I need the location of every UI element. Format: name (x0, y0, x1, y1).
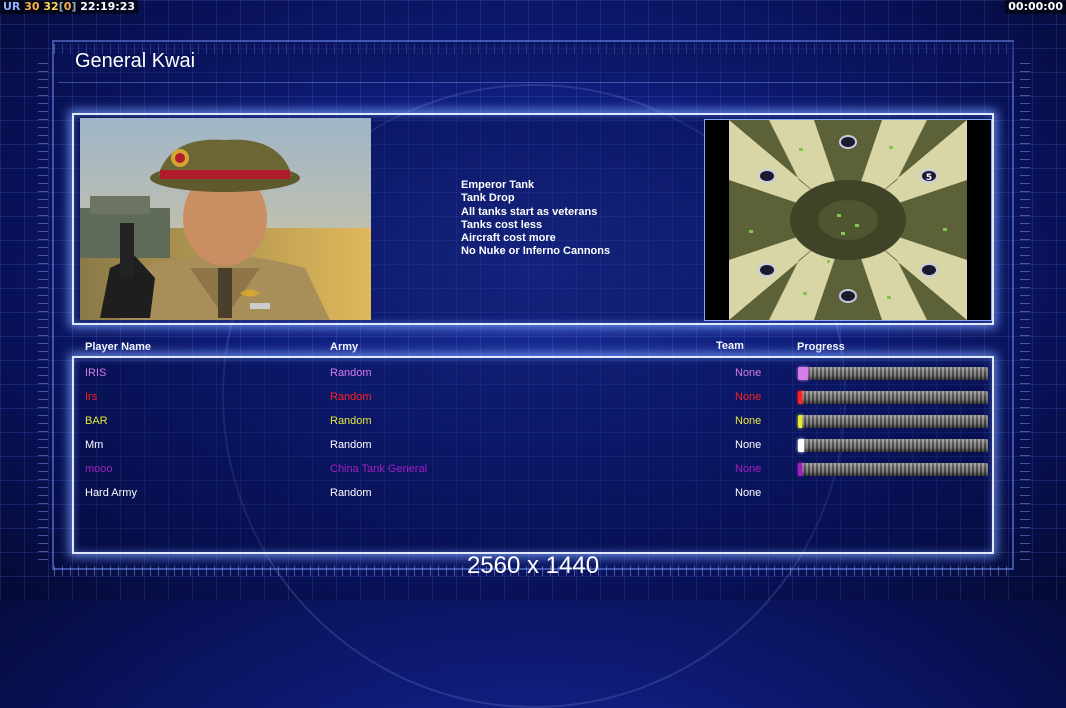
player-army: Random (330, 391, 372, 403)
header-army: Army (330, 341, 359, 353)
hud-value-1: 30 (24, 0, 40, 13)
player-name: BAR (85, 415, 108, 427)
progress-fill (798, 391, 802, 404)
player-team: None (735, 367, 762, 379)
hud-bracket-close: ] (71, 0, 77, 13)
player-row: mooo China Tank General None (0, 457, 1066, 481)
progress-fill (798, 415, 802, 428)
player-name: Hard Army (85, 487, 137, 499)
title-bar (58, 42, 1014, 83)
general-title: General Kwai (75, 50, 196, 72)
progress-bar (798, 415, 988, 428)
progress-bar (798, 367, 988, 380)
player-name: Mm (85, 439, 104, 451)
progress-fill (798, 439, 804, 452)
trait-item: All tanks start as veterans (461, 205, 598, 218)
trait-item: No Nuke or Inferno Cannons (461, 245, 611, 258)
player-army: China Tank General (330, 463, 428, 475)
trait-item: Tanks cost less (461, 218, 543, 231)
progress-bar (798, 463, 988, 476)
player-name: Irs (85, 391, 98, 403)
player-team: None (735, 391, 762, 403)
trait-item: Aircraft cost more (461, 232, 556, 245)
general-traits: Emperor Tank Tank Drop All tanks start a… (461, 179, 610, 259)
progress-fill (798, 463, 802, 476)
player-row: Mm Random None (0, 433, 1066, 457)
player-row: Hard Army Random None (0, 481, 1066, 505)
progress-fill (798, 367, 808, 380)
header-team: Team (716, 340, 744, 352)
hud-ur: UR (3, 0, 21, 13)
player-team: None (735, 463, 762, 475)
player-name: IRIS (85, 367, 107, 379)
hud-clock: 22:19:23 (80, 0, 136, 13)
map-image: 5 (729, 120, 967, 320)
player-army: Random (330, 487, 372, 499)
player-team: None (735, 415, 762, 427)
player-row: Irs Random None (0, 385, 1066, 409)
player-team: None (735, 487, 762, 499)
map-preview[interactable]: 5 (704, 119, 992, 321)
trait-item: Tank Drop (461, 192, 515, 205)
hud-value-2: 32 (43, 0, 59, 13)
player-army: Random (330, 439, 372, 451)
trait-item: Emperor Tank (461, 179, 535, 191)
header-progress: Progress (797, 341, 845, 353)
hud-timer: 00:00:00 (1005, 0, 1066, 14)
hud-stats: UR 30 32[0] 22:19:23 (0, 0, 139, 14)
header-player-name: Player Name (85, 341, 152, 353)
start-position-label: 5 (926, 173, 932, 183)
general-portrait (80, 118, 371, 320)
player-army: Random (330, 415, 372, 427)
progress-bar (798, 391, 988, 404)
player-row: IRIS Random None (0, 361, 1066, 385)
player-team: None (735, 439, 762, 451)
progress-bar (798, 439, 988, 452)
player-army: Random (330, 367, 372, 379)
player-name: mooo (85, 463, 113, 475)
resolution-label: 2560 x 1440 (466, 552, 600, 579)
player-row: BAR Random None (0, 409, 1066, 433)
